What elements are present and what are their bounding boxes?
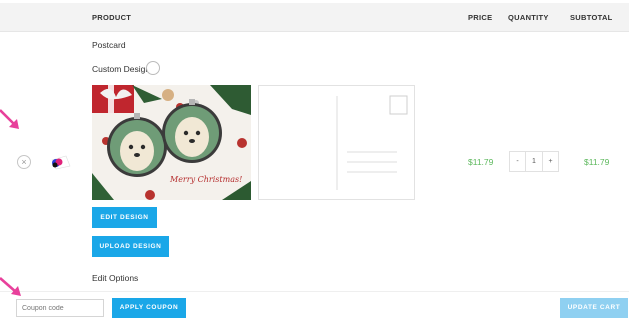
postcard-back-illustration <box>336 95 408 190</box>
custom-design-label: Custom Design <box>92 64 151 74</box>
upload-design-button[interactable]: UPLOAD DESIGN <box>92 236 169 257</box>
annotation-arrow <box>0 277 21 296</box>
remove-icon: × <box>21 157 27 167</box>
item-price: $11.79 <box>468 157 494 167</box>
postcard-back-preview[interactable] <box>258 85 415 200</box>
qty-decrement-button[interactable]: - <box>510 152 526 171</box>
remove-item-button[interactable]: × <box>17 155 31 169</box>
design-preview-image[interactable]: Merry Christmas! <box>92 85 251 200</box>
qty-value[interactable]: 1 <box>526 152 542 171</box>
quantity-stepper[interactable]: - 1 + <box>509 151 559 172</box>
header-quantity: QUANTITY <box>508 13 549 22</box>
edit-design-button[interactable]: EDIT DESIGN <box>92 207 157 228</box>
header-subtotal: SUBTOTAL <box>570 13 613 22</box>
qty-increment-button[interactable]: + <box>542 152 558 171</box>
header-product: PRODUCT <box>92 13 132 22</box>
annotation-arrow <box>0 109 19 129</box>
product-name[interactable]: Postcard <box>92 40 126 50</box>
card-greeting-text: Merry Christmas! <box>170 175 243 184</box>
coupon-code-input[interactable] <box>16 299 104 317</box>
item-subtotal: $11.79 <box>584 157 610 167</box>
cart-thumbnail-icon[interactable] <box>48 154 72 175</box>
edit-options-link[interactable]: Edit Options <box>92 273 138 283</box>
info-icon[interactable] <box>146 61 160 75</box>
header-price: PRICE <box>468 13 493 22</box>
divider <box>0 291 629 292</box>
apply-coupon-button[interactable]: APPLY COUPON <box>112 298 186 318</box>
update-cart-button[interactable]: UPDATE CART <box>560 298 628 318</box>
